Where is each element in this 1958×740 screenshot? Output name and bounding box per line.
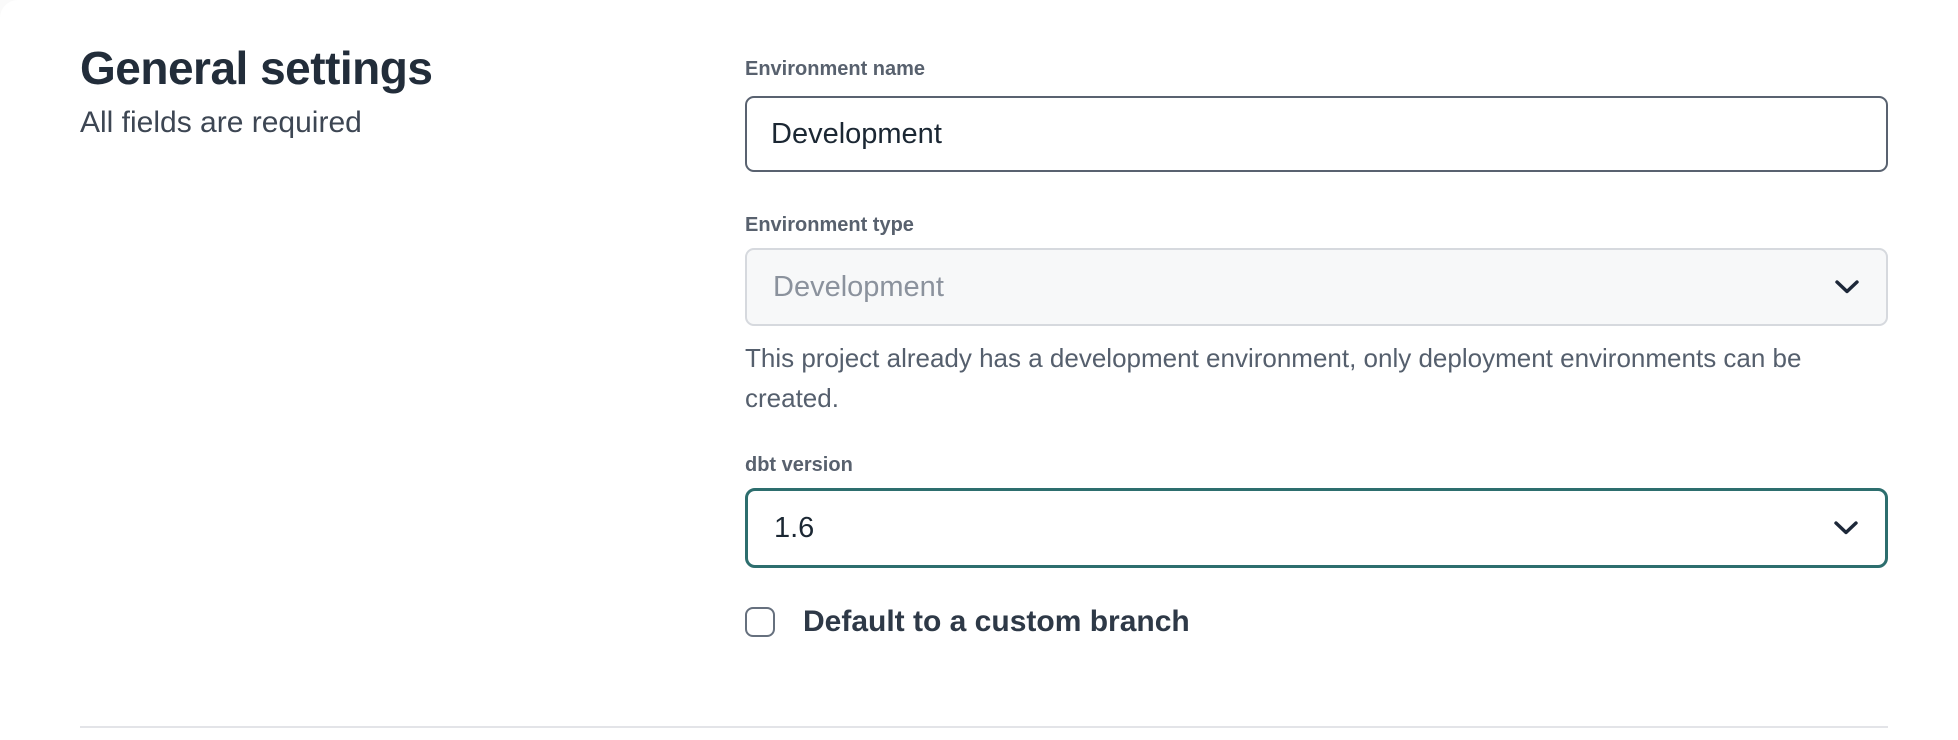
environment-type-helper: This project already has a development e… [745, 338, 1888, 418]
page-title: General settings [80, 40, 745, 96]
environment-type-select: Development [745, 248, 1888, 326]
dbt-version-value: 1.6 [774, 512, 814, 545]
settings-form: Environment name Environment type Develo… [745, 40, 1888, 638]
environment-type-label: Environment type [745, 212, 1888, 238]
settings-content: General settings All fields are required… [0, 0, 1958, 638]
section-header: General settings All fields are required [80, 40, 745, 638]
chevron-down-icon [1834, 279, 1860, 295]
dbt-version-label: dbt version [745, 452, 1888, 478]
custom-branch-row: Default to a custom branch [745, 606, 1888, 638]
chevron-down-icon [1833, 520, 1859, 536]
environment-name-input[interactable] [745, 96, 1888, 172]
dbt-version-select[interactable]: 1.6 [745, 488, 1888, 568]
custom-branch-label[interactable]: Default to a custom branch [803, 605, 1190, 639]
page-subtitle: All fields are required [80, 104, 745, 142]
custom-branch-checkbox[interactable] [745, 607, 775, 637]
general-settings-card: General settings All fields are required… [0, 0, 1958, 740]
section-divider [80, 726, 1888, 728]
environment-name-label: Environment name [745, 56, 1888, 82]
environment-type-value: Development [773, 271, 944, 304]
